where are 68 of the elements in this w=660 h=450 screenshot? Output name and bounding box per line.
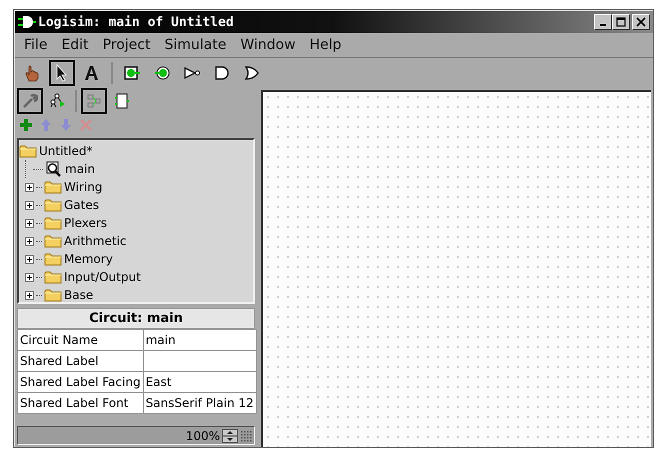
- tree-item[interactable]: Wiring: [25, 178, 104, 196]
- magnifier-icon: [45, 161, 63, 177]
- expand-icon[interactable]: [25, 254, 34, 264]
- menu-item[interactable]: Project: [96, 37, 158, 53]
- or-gate-icon: [244, 65, 260, 81]
- folder-icon: [44, 234, 62, 248]
- expand-icon[interactable]: [25, 218, 34, 228]
- attribute-value[interactable]: main: [143, 330, 256, 350]
- maximize-icon: [616, 17, 626, 27]
- output-pin-icon: [154, 65, 170, 81]
- attribute-table-title: Circuit: main: [17, 308, 255, 329]
- layout-tool-button[interactable]: [81, 88, 107, 114]
- plus-icon: [19, 118, 33, 132]
- attribute-name: Shared Label Facing: [18, 372, 144, 392]
- hierarchy-icon: [49, 93, 67, 109]
- folder-icon: [44, 180, 62, 194]
- wrench-tool-button[interactable]: [17, 88, 43, 114]
- select-tool-button[interactable]: [49, 60, 75, 86]
- expand-icon[interactable]: [25, 290, 34, 300]
- expand-icon[interactable]: [25, 182, 34, 192]
- layout-icon: [86, 93, 102, 109]
- x-icon: [80, 119, 92, 131]
- tree-item[interactable]: Untitled*: [19, 142, 94, 160]
- folder-icon: [19, 144, 37, 158]
- folder-icon: [44, 252, 62, 266]
- tree-item[interactable]: Arithmetic: [25, 232, 128, 250]
- expand-icon[interactable]: [25, 200, 34, 210]
- minimize-button[interactable]: [594, 14, 612, 30]
- logo-icon: [18, 15, 36, 29]
- folder-icon: [44, 288, 62, 302]
- letter-a-icon: [84, 65, 100, 81]
- not-gate-icon: [183, 66, 201, 80]
- expand-icon[interactable]: [25, 272, 34, 282]
- close-icon: [636, 17, 646, 27]
- tree-item[interactable]: Plexers: [25, 214, 110, 232]
- menu-item[interactable]: Window: [233, 37, 303, 53]
- down-arrow-icon: [60, 118, 72, 132]
- maximize-button[interactable]: [612, 14, 630, 30]
- menu-item[interactable]: File: [17, 37, 54, 53]
- attribute-value[interactable]: East: [143, 372, 256, 392]
- arrow-pointer-icon: [55, 64, 69, 82]
- tree-item[interactable]: Input/Output: [25, 268, 143, 286]
- spinner-icon[interactable]: [222, 428, 238, 442]
- up-arrow-icon: [40, 118, 52, 132]
- zoom-level: 100%: [186, 428, 220, 442]
- and-gate-icon: [214, 65, 230, 81]
- attribute-name: Shared Label: [18, 350, 144, 372]
- tree-item[interactable]: Memory: [25, 250, 115, 268]
- menu-item[interactable]: Simulate: [157, 37, 234, 53]
- input-pin-icon: [123, 65, 141, 81]
- hand-icon: [23, 64, 41, 82]
- folder-icon: [44, 270, 62, 284]
- tree-item[interactable]: Gates: [25, 196, 101, 214]
- wrench-icon: [22, 93, 38, 109]
- chip-icon: [115, 92, 129, 110]
- menu-item[interactable]: Edit: [54, 37, 96, 53]
- tree-item[interactable]: main: [25, 160, 97, 178]
- grid-icon[interactable]: [240, 430, 252, 442]
- window-title: Logisim: main of Untitled: [38, 14, 234, 30]
- attribute-name: Circuit Name: [18, 330, 144, 350]
- folder-icon: [44, 198, 62, 212]
- attribute-value[interactable]: SansSerif Plain 12: [143, 392, 256, 414]
- tree-item[interactable]: Base: [25, 286, 96, 304]
- menu-item[interactable]: Help: [302, 37, 348, 53]
- folder-icon: [44, 216, 62, 230]
- expand-icon[interactable]: [25, 236, 34, 246]
- close-button[interactable]: [632, 14, 650, 30]
- attribute-name: Shared Label Font: [18, 392, 144, 414]
